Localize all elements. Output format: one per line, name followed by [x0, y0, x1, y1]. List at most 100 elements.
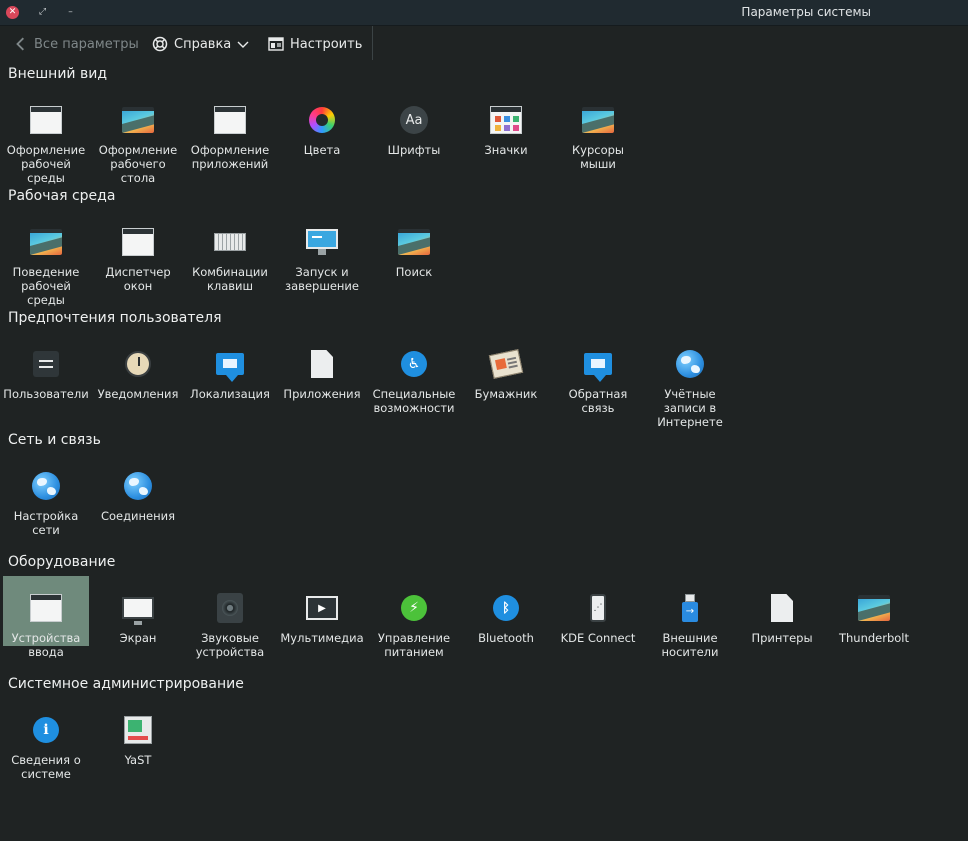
settings-module-label: Уведомления [97, 387, 179, 401]
configure-button[interactable]: Настроить [268, 34, 362, 54]
configure-label: Настроить [290, 36, 363, 52]
settings-module-label: Бумажник [474, 387, 538, 401]
settings-module-label: Сведения о системе [11, 753, 81, 781]
settings-module-label: Диспетчер окон [105, 265, 171, 293]
minimize-icon[interactable]: – [64, 6, 77, 19]
settings-module-label: Устройства ввода [11, 631, 81, 659]
power-icon: ⚡ [398, 592, 430, 624]
settings-module-label: Шрифты [387, 143, 441, 157]
title-bar: ✕ ⤢ – Параметры системы [0, 0, 968, 26]
multimedia-icon: ▶ [306, 592, 338, 624]
settings-module-item[interactable]: Поведение рабочей среды [3, 210, 89, 307]
settings-module-item[interactable]: Диспетчер окон [95, 210, 181, 293]
settings-module-item[interactable]: Устройства ввода [3, 576, 89, 659]
toolbar: Все параметры Справка Настроить [0, 26, 968, 62]
settings-module-label: Курсоры мыши [571, 143, 624, 171]
close-icon[interactable]: ✕ [6, 6, 19, 19]
wallet-icon [488, 348, 524, 380]
icons-icon [490, 104, 522, 136]
settings-module-item[interactable]: Бумажник [463, 332, 549, 402]
settings-module-item[interactable]: Оформление приложений [187, 88, 273, 171]
settings-module-item[interactable]: Принтеры [739, 576, 825, 646]
settings-module-label: KDE Connect [560, 631, 636, 645]
section-title: Предпочтения пользователя [8, 310, 222, 326]
settings-module-label: Запуск и завершение [285, 265, 359, 293]
settings-module-item[interactable]: → Внешние носители [647, 576, 733, 659]
settings-module-item[interactable]: ⚡ Управление питанием [371, 576, 457, 659]
info-icon: i [30, 714, 62, 746]
toolbar-separator [372, 26, 373, 60]
landscape-icon [858, 592, 890, 624]
window-icon [122, 226, 154, 258]
settings-module-label: Цвета [303, 143, 341, 157]
settings-module-item[interactable]: ♿ Специальные возможности [371, 332, 457, 415]
fonts-icon: Aa [398, 104, 430, 136]
chat-icon [214, 348, 246, 382]
settings-module-item[interactable]: Приложения [279, 332, 365, 402]
landscape-icon [30, 226, 62, 258]
settings-module-label: Поиск [395, 265, 433, 279]
clock-icon [122, 348, 154, 380]
globe-icon [122, 470, 154, 502]
settings-module-item[interactable]: Настройка сети [3, 454, 89, 537]
settings-module-item[interactable]: Оформление рабочей среды [3, 88, 89, 185]
monitor-icon [306, 226, 338, 258]
settings-module-label: Значки [484, 143, 528, 157]
window-icon [30, 104, 62, 136]
settings-module-label: Экран [119, 631, 157, 645]
settings-module-item[interactable]: ᛒ Bluetooth [463, 576, 549, 646]
settings-module-label: Управление питанием [377, 631, 451, 659]
settings-module-item[interactable]: Обратная связь [555, 332, 641, 415]
settings-module-item[interactable]: ▶ Мультимедиа [279, 576, 365, 646]
settings-module-label: Учётные записи в Интернете [657, 387, 723, 429]
chevron-down-icon [237, 41, 249, 48]
section-title: Рабочая среда [8, 188, 116, 204]
settings-module-item[interactable]: Поиск [371, 210, 457, 280]
settings-module-item[interactable]: Учётные записи в Интернете [647, 332, 733, 429]
settings-module-item[interactable]: Значки [463, 88, 549, 158]
speaker-icon [214, 592, 246, 624]
window-icon [30, 592, 62, 624]
maximize-icon[interactable]: ⤢ [36, 6, 49, 19]
settings-module-item[interactable]: Пользователи [3, 332, 89, 402]
settings-module-item[interactable]: Оформление рабочего стола [95, 88, 181, 185]
settings-module-label: Локализация [190, 387, 270, 401]
section-title: Оборудование [8, 554, 116, 570]
settings-module-label: YaST [124, 753, 152, 767]
users-icon [30, 348, 62, 380]
settings-module-item[interactable]: Соединения [95, 454, 181, 524]
settings-module-item[interactable]: Aa Шрифты [371, 88, 457, 158]
settings-module-item[interactable]: Курсоры мыши [555, 88, 641, 171]
settings-module-item[interactable]: Звуковые устройства [187, 576, 273, 659]
settings-module-item[interactable]: Цвета [279, 88, 365, 158]
back-button[interactable]: Все параметры [14, 34, 139, 54]
settings-module-label: Специальные возможности [372, 387, 456, 415]
settings-module-label: Оформление рабочего стола [98, 143, 178, 185]
settings-module-item[interactable]: Уведомления [95, 332, 181, 402]
window-icon [214, 104, 246, 136]
settings-module-label: Комбинации клавиш [192, 265, 268, 293]
settings-module-item[interactable]: Локализация [187, 332, 273, 402]
settings-module-item[interactable]: Thunderbolt [831, 576, 917, 646]
settings-module-label: Оформление приложений [190, 143, 270, 171]
settings-module-item[interactable]: ⋰ KDE Connect [555, 576, 641, 646]
settings-module-label: Соединения [100, 509, 176, 523]
settings-module-item[interactable]: YaST [95, 698, 181, 768]
settings-module-label: Оформление рабочей среды [6, 143, 86, 185]
settings-module-item[interactable]: Запуск и завершение [279, 210, 365, 293]
yast-icon [122, 714, 154, 746]
lifebuoy-icon [152, 36, 168, 52]
accessibility-icon: ♿ [398, 348, 430, 380]
document-icon [766, 592, 798, 624]
settings-module-label: Звуковые устройства [195, 631, 265, 659]
settings-module-item[interactable]: i Сведения о системе [3, 698, 89, 781]
settings-module-item[interactable]: Комбинации клавиш [187, 210, 273, 293]
settings-module-item[interactable]: Экран [95, 576, 181, 646]
settings-module-label: Настройка сети [13, 509, 79, 537]
help-button[interactable]: Справка [152, 34, 249, 54]
settings-module-label: Bluetooth [478, 631, 534, 645]
display-icon [122, 592, 154, 625]
settings-module-label: Принтеры [751, 631, 813, 645]
landscape-icon [398, 226, 430, 258]
configure-icon [268, 37, 284, 51]
